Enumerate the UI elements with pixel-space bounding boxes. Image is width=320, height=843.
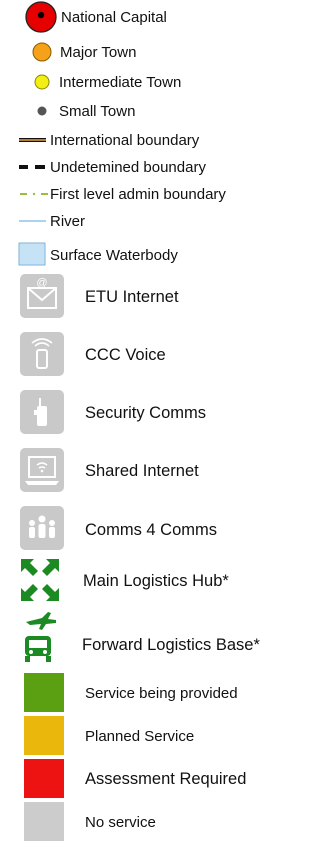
legend-label: Main Logistics Hub* [83,572,229,590]
legend-label: Assessment Required [85,770,247,788]
legend-label: Planned Service [85,728,195,745]
legend-label: Surface Waterbody [50,247,178,264]
legend-first-level-admin-boundary: First level admin boundary [0,184,304,204]
legend-label: Shared Internet [85,462,199,480]
legend-major-town: Major Town [0,40,304,62]
people-group-icon [20,506,64,550]
legend-label: CCC Voice [85,346,166,364]
legend-label: Major Town [60,44,137,61]
legend-label: Forward Logistics Base* [82,636,260,654]
no-service-swatch [24,802,64,841]
planned-service-swatch [24,716,64,755]
service-being-provided-swatch [24,673,64,712]
legend-national-capital: National Capital [0,0,304,34]
assessment-required-swatch [24,759,64,798]
legend-main-logistics-hub: Main Logistics Hub* [0,556,304,606]
undetermined-boundary-icon [19,165,45,169]
small-town-icon [37,106,47,116]
legend-undetermined-boundary: Undetemined boundary [0,157,304,177]
intermediate-town-icon [34,74,50,90]
legend-assessment-required: Assessment Required [0,758,304,800]
legend-intermediate-town: Intermediate Town [0,71,304,91]
surface-waterbody-icon [18,242,46,266]
legend-label: Service being provided [85,685,238,702]
laptop-wifi-icon [20,448,64,492]
legend-label: Small Town [59,103,136,120]
legend-service-being-provided: Service being provided [0,672,304,714]
legend-label: Intermediate Town [59,74,182,91]
legend-label: National Capital [61,9,167,26]
legend-small-town: Small Town [0,100,304,120]
legend-label: River [50,213,86,230]
legend-label: Undetemined boundary [50,159,206,176]
legend-international-boundary: International boundary [0,130,304,150]
svg-text:@: @ [36,277,47,289]
major-town-icon [32,42,52,62]
legend-planned-service: Planned Service [0,715,304,757]
national-capital-icon [25,1,57,33]
legend-label: First level admin boundary [50,186,226,203]
legend-security-comms: Security Comms [0,388,304,436]
legend-label: No service [85,814,156,831]
legend-label: ETU Internet [85,288,179,306]
legend-ccc-voice: CCC Voice [0,330,304,378]
legend-label: International boundary [50,132,200,149]
mobile-phone-icon [20,332,64,376]
envelope-at-icon: @ [20,274,64,318]
radio-handset-icon [20,390,64,434]
river-icon [19,220,46,222]
legend-label: Comms 4 Comms [85,521,218,539]
legend-shared-internet: Shared Internet [0,446,304,494]
legend-comms-4-comms: Comms 4 Comms [0,504,304,552]
arrows-inward-icon [21,559,59,601]
legend-no-service: No service [0,801,304,843]
legend-river: River [0,211,304,231]
first-level-admin-boundary-icon [20,192,48,196]
plane-truck-icon [25,612,56,662]
legend-surface-waterbody: Surface Waterbody [0,241,304,267]
international-boundary-icon [19,138,46,142]
legend-etu-internet: @ ETU Internet [0,272,304,320]
legend-forward-logistics-base: Forward Logistics Base* [0,610,304,666]
legend-label: Security Comms [85,404,207,422]
